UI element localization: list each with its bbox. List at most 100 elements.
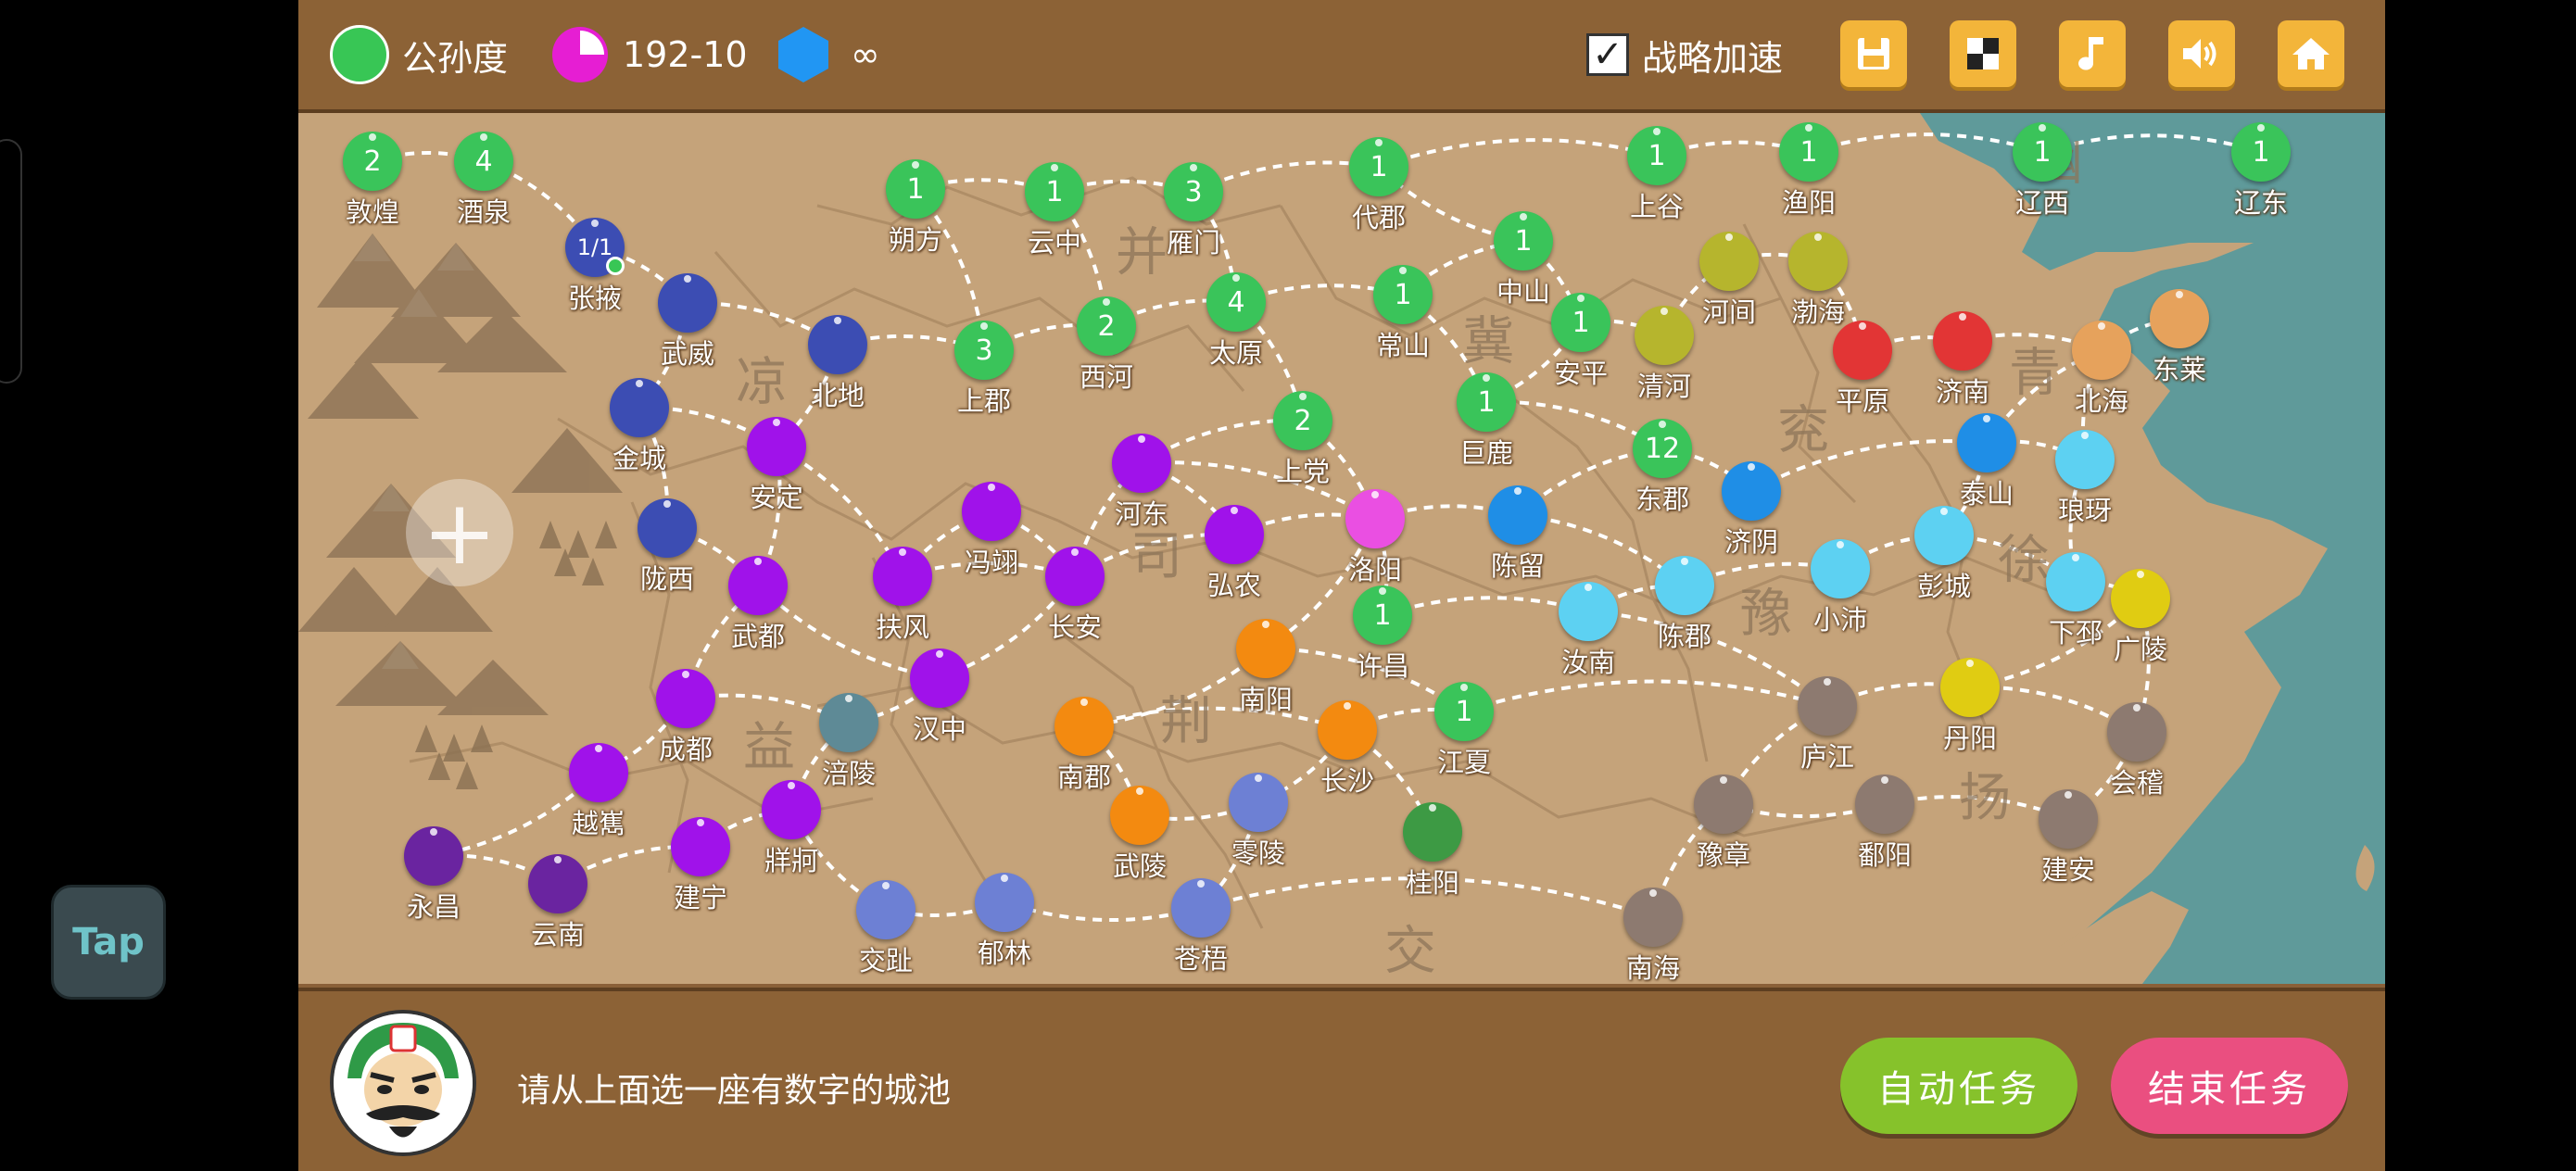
city-node[interactable]: 1: [886, 159, 945, 219]
city-node[interactable]: [962, 482, 1021, 541]
city-highlight-dot: [1748, 463, 1755, 471]
city-node[interactable]: [1957, 413, 2016, 472]
city-node[interactable]: [1722, 461, 1781, 521]
city-node[interactable]: 2: [1273, 391, 1332, 450]
city-name-label: 苍梧: [1173, 943, 1229, 975]
city-node[interactable]: [1914, 506, 1974, 565]
city-node[interactable]: [1171, 878, 1231, 938]
city-node[interactable]: [1488, 485, 1547, 545]
city-node[interactable]: 3: [1164, 162, 1223, 221]
city-node[interactable]: [873, 547, 932, 606]
city-node[interactable]: [1403, 802, 1462, 862]
city-node[interactable]: [1236, 619, 1295, 678]
date-text: 192-10: [623, 34, 748, 75]
city-name-label: 下邳: [2048, 617, 2103, 648]
city-node[interactable]: [1699, 232, 1759, 291]
city-node[interactable]: 1: [1779, 122, 1838, 182]
city-node[interactable]: [975, 873, 1034, 932]
city-node[interactable]: [1655, 556, 1714, 615]
ruler-name: 公孙度: [402, 37, 509, 79]
city-highlight-dot: [1805, 124, 1812, 132]
city-node[interactable]: [1788, 232, 1848, 291]
city-node[interactable]: [2072, 321, 2131, 380]
speedup-toggle[interactable]: ✓ 战略加速: [1586, 20, 1783, 89]
city-highlight-dot: [936, 650, 943, 658]
city-node[interactable]: [2150, 289, 2209, 348]
city-node[interactable]: 1: [1349, 137, 1408, 196]
sound-button[interactable]: [2168, 20, 2235, 87]
city-node[interactable]: [1110, 786, 1169, 845]
home-button[interactable]: [2278, 20, 2344, 87]
city-node[interactable]: [2107, 702, 2166, 762]
city-node[interactable]: [1940, 658, 2000, 717]
city-highlight-dot: [1514, 487, 1522, 495]
end-task-button[interactable]: 结束任务: [2111, 1038, 2348, 1134]
city-name-label: 成都: [658, 734, 713, 765]
city-node[interactable]: [610, 378, 669, 437]
city-node[interactable]: [1054, 697, 1114, 756]
city-node[interactable]: [856, 880, 915, 939]
speedup-checkbox[interactable]: ✓: [1586, 33, 1629, 76]
city-node[interactable]: 1: [2013, 122, 2072, 182]
tap-button[interactable]: Tap: [51, 885, 166, 1000]
city-node[interactable]: [1045, 547, 1105, 606]
city-node[interactable]: [658, 273, 717, 333]
city-node[interactable]: [656, 669, 715, 728]
city-node[interactable]: 2: [343, 132, 402, 191]
city-node[interactable]: 2: [1077, 296, 1136, 356]
city-node[interactable]: [1811, 539, 1870, 598]
music-button[interactable]: [2059, 20, 2126, 87]
city-node[interactable]: [528, 854, 587, 913]
city-node[interactable]: [1933, 311, 1992, 371]
city-name-label: 雁门: [1166, 227, 1221, 258]
city-node[interactable]: 1: [1494, 211, 1553, 271]
city-name-label: 云中: [1027, 227, 1082, 258]
city-node[interactable]: [1205, 505, 1264, 564]
city-node[interactable]: [2055, 430, 2115, 489]
city-node[interactable]: 1: [1627, 126, 1686, 185]
city-node[interactable]: [1798, 676, 1857, 736]
city-node[interactable]: [747, 417, 806, 476]
city-node[interactable]: [2111, 569, 2170, 628]
city-node[interactable]: 1: [1457, 372, 1516, 432]
city-node[interactable]: 4: [1206, 272, 1266, 332]
city-node[interactable]: [404, 826, 463, 886]
city-node[interactable]: 1: [1551, 293, 1610, 352]
city-node[interactable]: [671, 817, 730, 876]
city-highlight-dot: [1262, 621, 1269, 628]
city-node[interactable]: [762, 780, 821, 839]
city-node[interactable]: [1635, 306, 1694, 365]
city-node[interactable]: [1112, 434, 1171, 493]
city-node[interactable]: [910, 648, 969, 708]
city-node[interactable]: [808, 315, 867, 374]
city-node[interactable]: [2046, 552, 2105, 611]
city-name-label: 安定: [749, 482, 804, 513]
city-node[interactable]: [728, 556, 788, 615]
city-node[interactable]: [1318, 700, 1377, 760]
city-node[interactable]: [819, 693, 878, 752]
city-node[interactable]: 12: [1633, 419, 1692, 478]
city-node[interactable]: [1345, 489, 1405, 548]
auto-task-button[interactable]: 自动任务: [1840, 1038, 2077, 1134]
city-node[interactable]: [1559, 582, 1618, 641]
city-node[interactable]: 3: [954, 321, 1014, 380]
city-node[interactable]: 1: [1025, 162, 1084, 221]
city-node[interactable]: [638, 498, 697, 558]
city-node[interactable]: 1: [1373, 265, 1433, 324]
layout-button[interactable]: [1950, 20, 2016, 87]
city-node[interactable]: [1855, 774, 1914, 834]
zoom-in-button[interactable]: +: [406, 479, 513, 586]
save-button[interactable]: [1840, 20, 1907, 87]
city-node[interactable]: 1: [2231, 122, 2291, 182]
city-node[interactable]: [1623, 888, 1683, 947]
city-node[interactable]: [1833, 321, 1892, 380]
city-node[interactable]: 4: [454, 132, 513, 191]
city-node[interactable]: [569, 743, 628, 802]
city-node[interactable]: 1: [1353, 586, 1412, 645]
city-node[interactable]: [1229, 773, 1288, 832]
city-node[interactable]: 1: [1434, 682, 1494, 741]
city-node[interactable]: [1694, 774, 1753, 834]
city-troop-count: 1: [1045, 175, 1064, 208]
city-name-label: 南郡: [1056, 762, 1112, 793]
city-node[interactable]: [2039, 789, 2098, 849]
